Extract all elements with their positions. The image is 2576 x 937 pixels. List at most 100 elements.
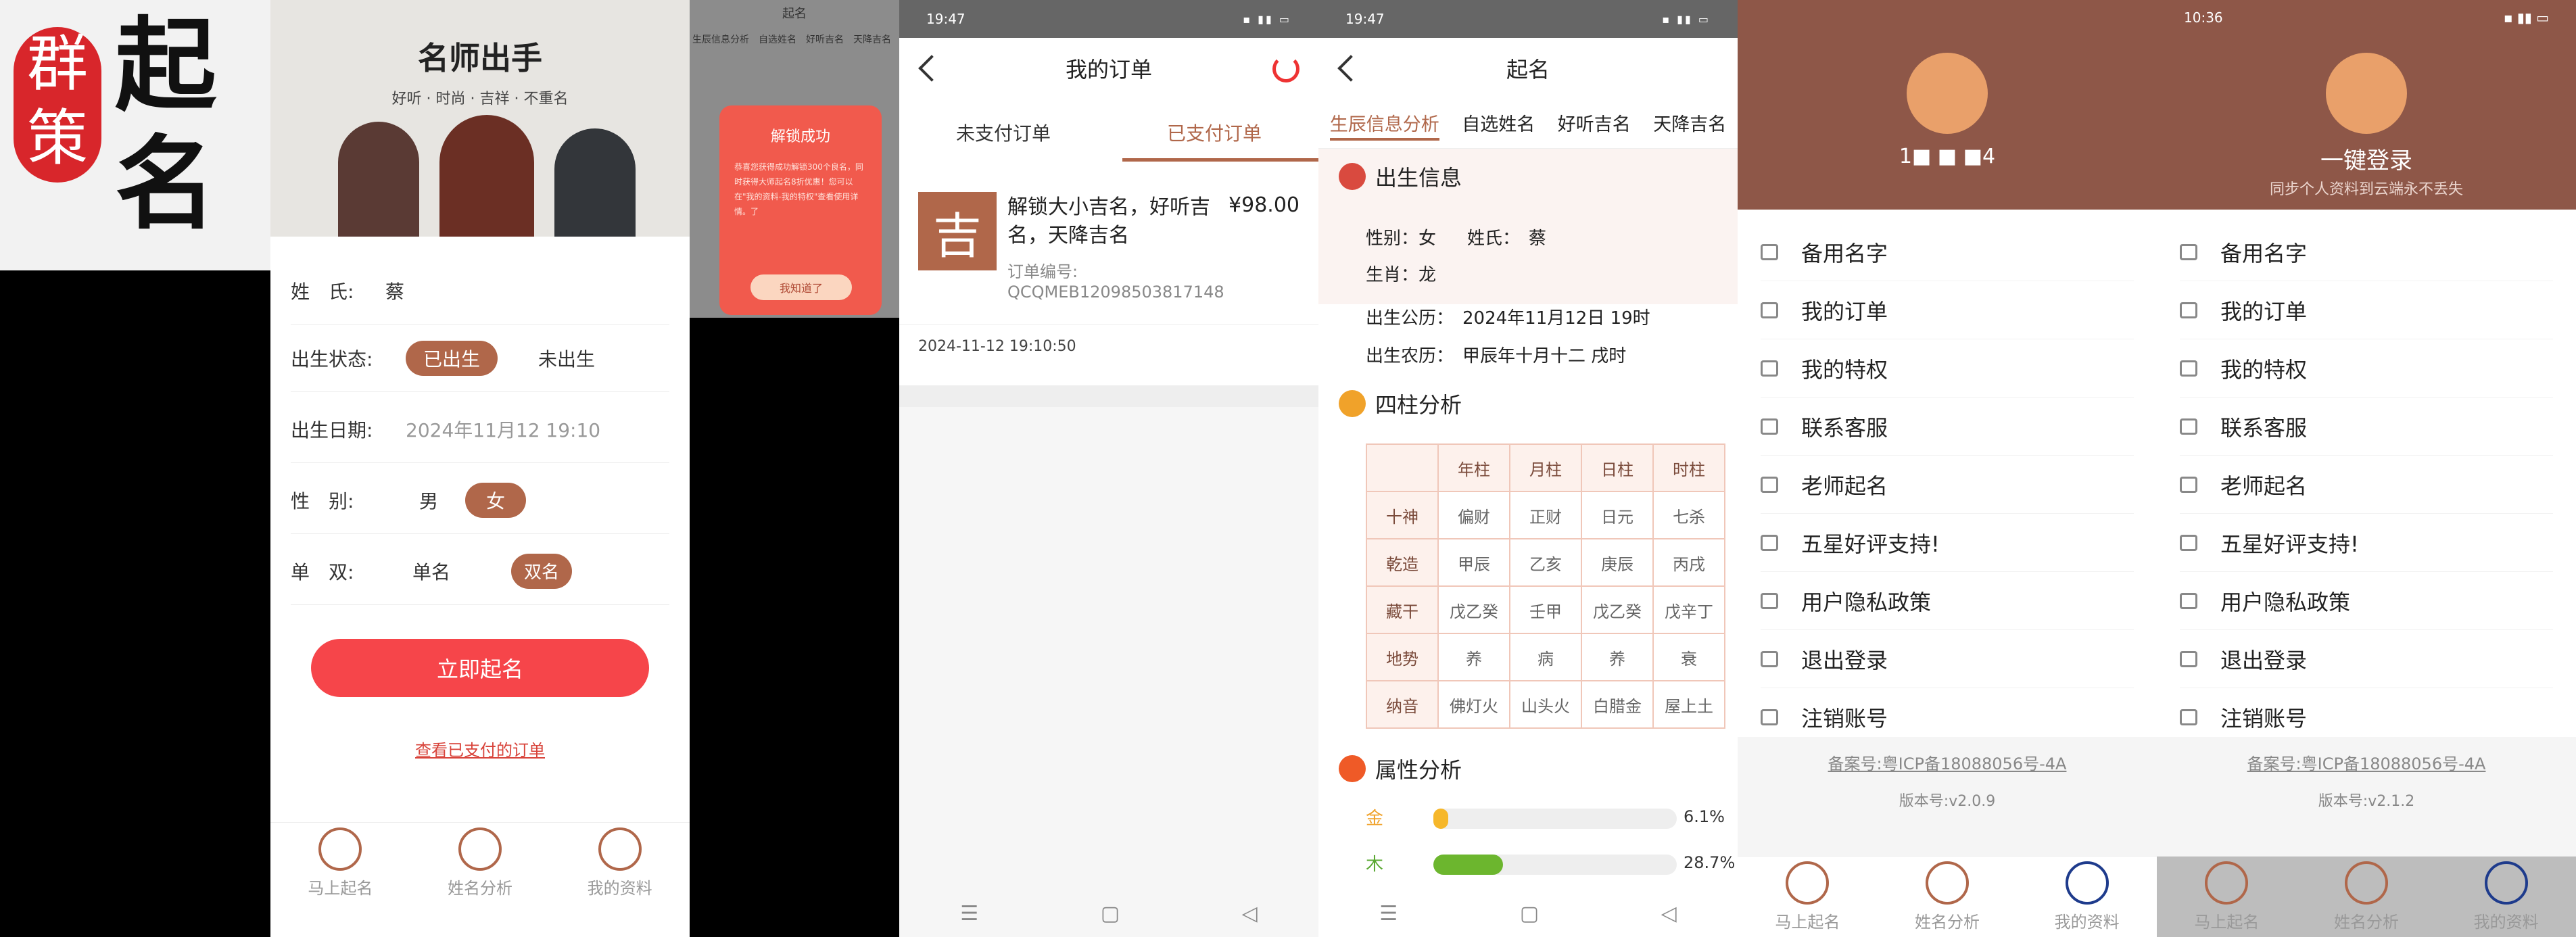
surname-value[interactable]: 蔡 <box>385 277 404 304</box>
tab-lucky-name[interactable]: 天降吉名 <box>1653 101 1726 148</box>
menu-item[interactable]: 五星好评支持! <box>1761 514 2134 572</box>
banner-title: 名师出手 <box>418 40 542 76</box>
birth-date-row: 出生日期: 2024年11月12 19:10 <box>291 395 669 463</box>
teacher-photo-2 <box>439 115 534 237</box>
menu-item[interactable]: 五星好评支持! <box>2180 514 2553 572</box>
login-button[interactable]: 一键登录 <box>2157 142 2576 175</box>
refresh-icon[interactable] <box>1272 55 1299 82</box>
menu-item[interactable]: 我的订单 <box>1761 281 2134 339</box>
dialog-ok-button[interactable]: 我知道了 <box>750 274 852 300</box>
tab-my-profile[interactable]: 我的资料 <box>588 827 652 898</box>
tab-quick-name[interactable]: 马上起名 <box>308 827 373 898</box>
back-nav-icon[interactable]: ◁ <box>1242 902 1258 926</box>
unlock-screen: 起名 生辰信息分析 自选姓名 好听吉名 天降吉名 解锁成功 恭喜您获得成功解锁300个… <box>690 0 899 937</box>
logo-title-1: 起 <box>115 6 217 125</box>
back-icon[interactable] <box>918 55 945 82</box>
menu-item[interactable]: 用户隐私政策 <box>2180 572 2553 630</box>
menu-nav-icon[interactable]: ☰ <box>1379 902 1398 926</box>
back-icon[interactable] <box>1337 55 1364 82</box>
surname-row: 姓 氏: 蔡 <box>291 257 669 325</box>
birth-info-icon <box>1339 163 1366 190</box>
menu-item[interactable]: 我的特权 <box>1761 339 2134 398</box>
menu-item[interactable]: 用户隐私政策 <box>1761 572 2134 630</box>
analysis-screen: 19:47 ▪ ▮▮ ▭ 起名 生辰信息分析 自选姓名 好听吉名 天降吉名 出生信… <box>1318 0 1738 937</box>
paid-orders-link[interactable]: 查看已支付的订单 <box>270 737 690 761</box>
female-option[interactable]: 女 <box>465 482 527 518</box>
profile-header: 1■ ■ ■4 <box>1738 0 2157 210</box>
menu-item-label: 联系客服 <box>1801 414 1888 441</box>
metal-label: 金 <box>1366 809 1384 829</box>
login-header: 10:36 ▪ ▮▮ ▭ 一键登录 同步个人资料到云端永不丢失 <box>2157 0 2576 210</box>
orders-header: 我的订单 <box>899 38 1318 99</box>
tab-quick-name[interactable]: 马上起名 <box>1775 861 1840 932</box>
dialog-text: 恭喜您获得成功解锁300个良名，同时获得大师起名8折优惠！您可以在"我的资料-我… <box>734 162 863 216</box>
male-option[interactable]: 男 <box>419 487 438 514</box>
avatar[interactable] <box>1907 53 1988 134</box>
pillar-title: 四柱分析 <box>1375 392 1462 418</box>
born-option[interactable]: 已出生 <box>406 340 498 376</box>
submit-button[interactable]: 立即起名 <box>311 639 649 697</box>
menu-item-icon <box>1761 418 1778 435</box>
tab-name-analysis[interactable]: 姓名分析 <box>2334 861 2399 932</box>
menu-item[interactable]: 退出登录 <box>2180 630 2553 688</box>
order-price: ¥98.00 <box>1229 193 1299 217</box>
bottom-tab-bar: 马上起名 姓名分析 我的资料 <box>2157 856 2576 937</box>
menu-item[interactable]: 老师起名 <box>1761 456 2134 514</box>
tab-quick-name[interactable]: 马上起名 <box>2194 861 2259 932</box>
menu-item-label: 老师起名 <box>2220 473 2308 499</box>
name-count-row: 单 双: 单名 双名 <box>291 537 669 605</box>
login-screen: 10:36 ▪ ▮▮ ▭ 一键登录 同步个人资料到云端永不丢失 备用名字 我的订单我… <box>2157 0 2576 937</box>
menu-nav-icon[interactable]: ☰ <box>960 902 978 926</box>
avatar[interactable] <box>2326 53 2407 134</box>
quick-name-icon <box>1786 861 1830 905</box>
tab-name-analysis[interactable]: 姓名分析 <box>1915 861 1980 932</box>
pillar-icon <box>1339 390 1366 417</box>
tab-my-profile[interactable]: 我的资料 <box>2055 861 2120 932</box>
profile-icon <box>598 827 642 871</box>
zodiac-value: 生肖：龙 <box>1366 265 1437 285</box>
menu-item-label: 联系客服 <box>2220 414 2308 441</box>
surname-value: 姓氏： 蔡 <box>1467 229 1547 249</box>
logo-char-2: 策 <box>27 103 88 174</box>
order-card[interactable]: 吉 解锁大小吉名，好听吉名，天降吉名 ¥98.00 订单编号: QCQMEB12… <box>899 169 1318 325</box>
teacher-photo-3 <box>554 128 636 237</box>
tab-unpaid[interactable]: 未支付订单 <box>956 119 1051 146</box>
unborn-option[interactable]: 未出生 <box>538 345 595 372</box>
home-nav-icon[interactable]: ▢ <box>1520 902 1539 926</box>
gender-label: 性 别: <box>291 489 354 512</box>
menu-item[interactable]: 联系客服 <box>1761 398 2134 456</box>
icp-link[interactable]: 备案号:粤ICP备18088056号-4A <box>1738 750 2157 774</box>
menu-item[interactable]: 我的订单 <box>2180 281 2553 339</box>
quick-name-icon <box>318 827 362 871</box>
menu-item-label: 备用名字 <box>2220 240 2308 266</box>
tab-birth-analysis[interactable]: 生辰信息分析 <box>1329 101 1439 141</box>
status-icons: ▪ ▮▮ ▭ <box>1662 12 1711 26</box>
name-analysis-icon <box>458 827 502 871</box>
logo-char-1: 群 <box>27 28 88 99</box>
icp-link[interactable]: 备案号:粤ICP备18088056号-4A <box>2157 750 2576 774</box>
gender-row: 性 别: 男 女 <box>291 466 669 534</box>
tab-paid[interactable]: 已支付订单 <box>1167 119 1262 146</box>
birth-info-title: 出生信息 <box>1375 165 1462 191</box>
menu-item[interactable]: 备用名字 <box>1761 223 2134 281</box>
menu-item[interactable]: 联系客服 <box>2180 398 2553 456</box>
birth-date-value[interactable]: 2024年11月12 19:10 <box>406 416 600 443</box>
tab-good-name[interactable]: 好听吉名 <box>1558 101 1631 148</box>
menu-item[interactable]: 退出登录 <box>1761 630 2134 688</box>
tab-my-profile[interactable]: 我的资料 <box>2474 861 2539 932</box>
menu-item[interactable]: 老师起名 <box>2180 456 2553 514</box>
tab-name-analysis[interactable]: 姓名分析 <box>448 827 512 898</box>
table-row: 藏干 戊乙癸 壬甲 戊乙癸 戊辛丁 <box>1366 585 1725 634</box>
menu-item[interactable]: 备用名字 <box>2180 223 2553 281</box>
menu-item-icon <box>1761 243 1778 260</box>
menu-item[interactable]: 我的特权 <box>2180 339 2553 398</box>
wood-percent: 28.7% <box>1684 853 1736 872</box>
wood-bar <box>1433 855 1677 875</box>
lunar-date: 出生农历： 甲辰年十月十二 戌时 <box>1366 346 1627 366</box>
double-name-option[interactable]: 双名 <box>511 553 573 589</box>
tab-custom-name[interactable]: 自选姓名 <box>1462 101 1535 148</box>
menu-item-label: 我的订单 <box>1801 298 1888 325</box>
back-nav-icon[interactable]: ◁ <box>1661 902 1677 926</box>
home-nav-icon[interactable]: ▢ <box>1101 902 1120 926</box>
single-name-option[interactable]: 单名 <box>412 558 450 585</box>
